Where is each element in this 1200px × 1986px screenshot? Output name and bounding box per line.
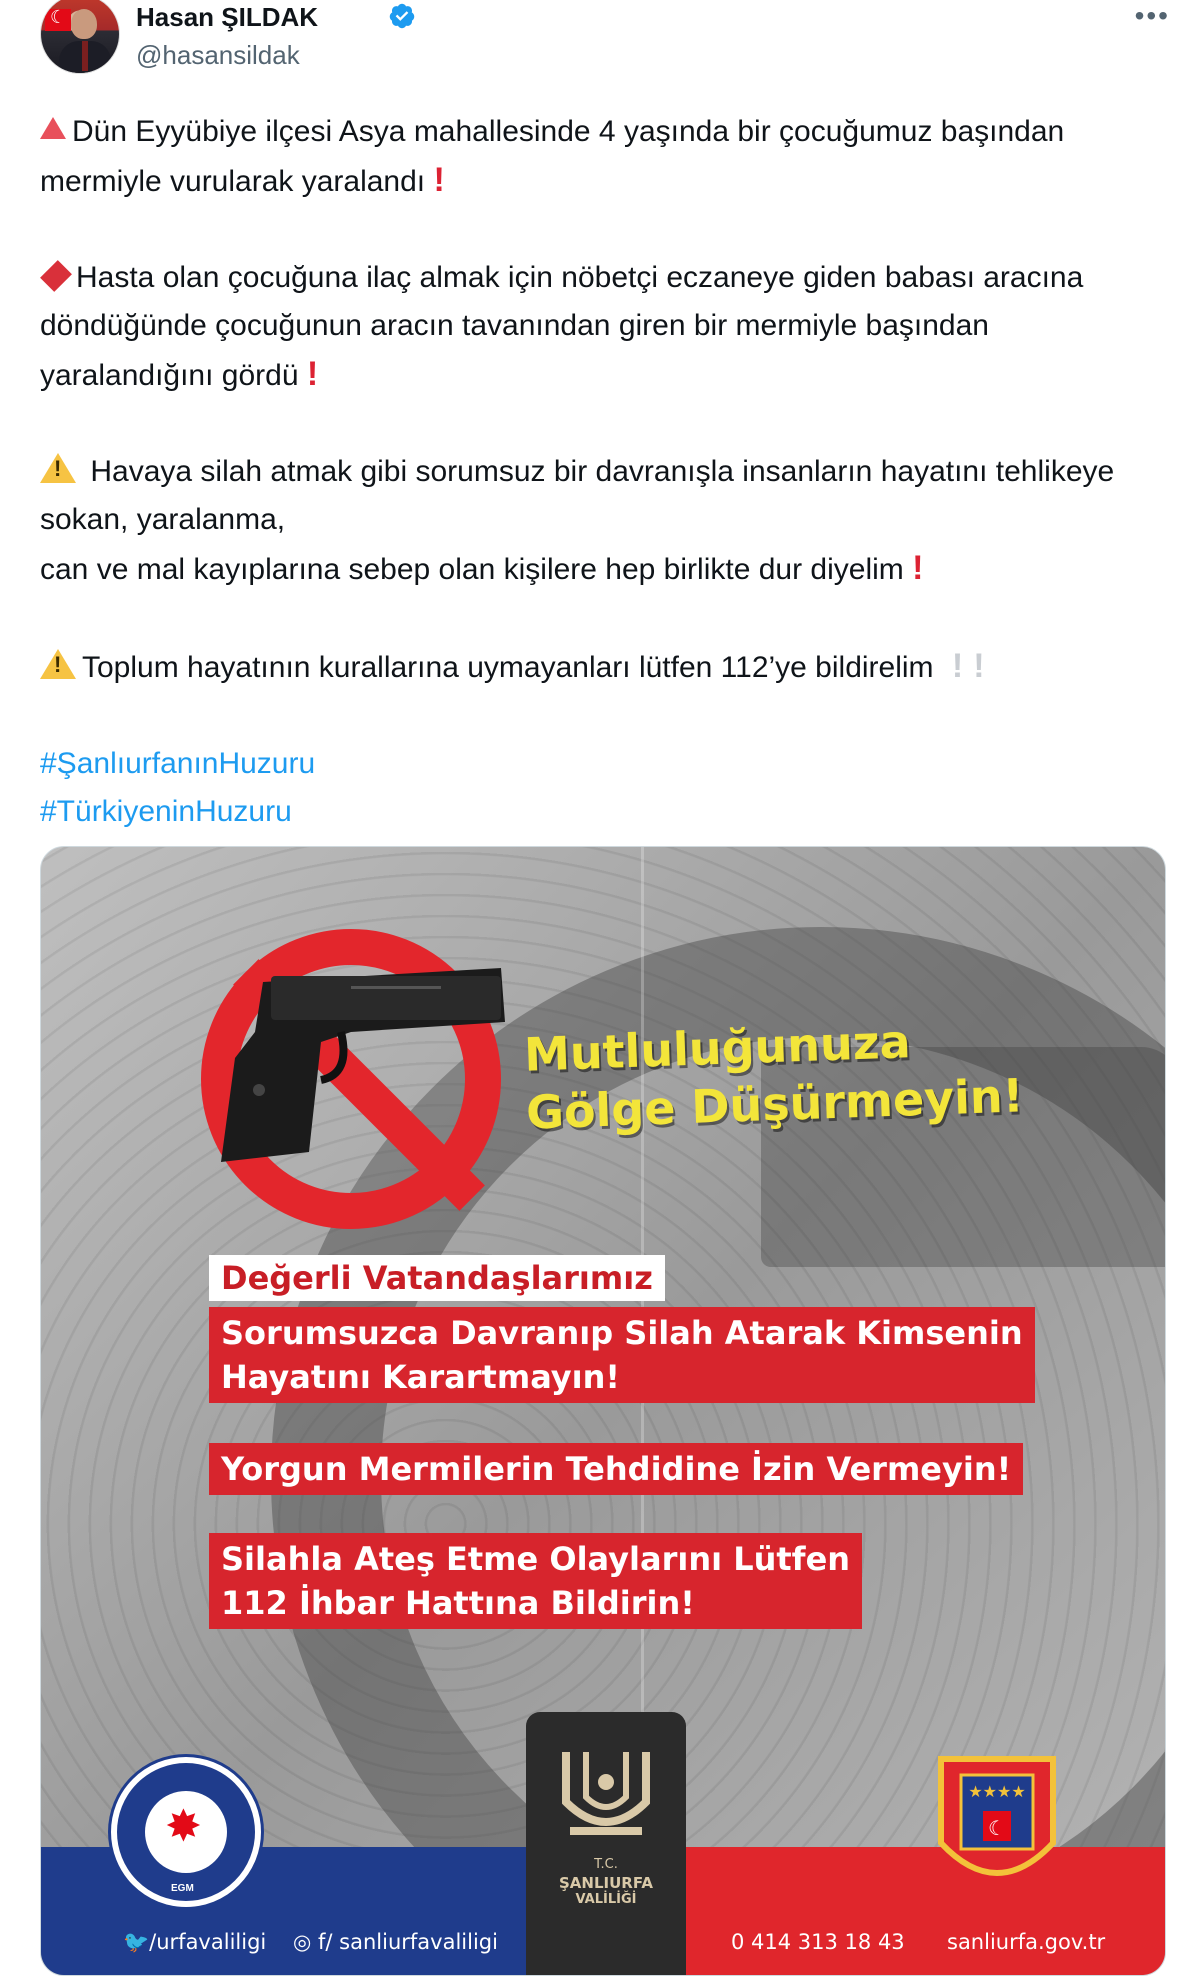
jandarma-logo: ★★★★ ☾ (938, 1756, 1056, 1876)
svg-text:★★★★: ★★★★ (968, 1782, 1025, 1801)
hashtag-link[interactable]: #ŞanlıurfanınHuzuru (40, 747, 315, 780)
tweet-paragraph-3: Havaya silah atmak gibi sorumsuz bir dav… (40, 448, 1160, 594)
red-exclamation-icon: ! (306, 355, 319, 393)
pistol-icon (221, 968, 505, 1162)
valilik-emblem-icon (562, 1752, 650, 1835)
more-icon[interactable]: ••• (1135, 0, 1170, 32)
banner-red-1: Sorumsuzca Davranıp Silah Atarak Kimseni… (209, 1307, 1035, 1403)
twitter-icon: 🐦 (123, 1930, 150, 1954)
tweet-text: Dün Eyyübiye ilçesi Asya mahallesinde 4 … (40, 108, 1160, 836)
red-diamond-icon (40, 260, 72, 292)
banner-dear-citizens: Değerli Vatandaşlarımız (209, 1255, 665, 1301)
valilik-logo: T.C. ŞANLIURFA VALİLİĞİ (526, 1712, 686, 1975)
hashtag-link[interactable]: #TürkiyeninHuzuru (40, 795, 292, 828)
tweet-paragraph-2: Hasta olan çocuğuna ilaç almak için nöbe… (40, 260, 1084, 393)
red-triangle-icon (40, 117, 66, 139)
red-exclamation-icon: ! (912, 549, 924, 587)
star-icon: ✸ (165, 1802, 202, 1851)
display-name[interactable]: Hasan ŞILDAK (136, 2, 318, 33)
poster-slogan: Mutluluğunuza Gölge Düşürmeyin! (523, 1014, 1025, 1140)
tweet-paragraph-4: Toplum hayatının kurallarına uymayanları… (40, 642, 1160, 692)
instagram-icon: ◎ (293, 1930, 312, 1954)
footer-website[interactable]: sanliurfa.gov.tr (947, 1930, 1105, 1954)
avatar[interactable] (40, 0, 120, 74)
footer-twitter[interactable]: 🐦/urfavaliligi (123, 1930, 266, 1955)
egm-logo: ✸ EGM (111, 1757, 261, 1907)
tweet-paragraph-1: Dün Eyyübiye ilçesi Asya mahallesinde 4 … (40, 115, 1065, 199)
warning-icon (40, 649, 76, 679)
verified-badge-icon (389, 3, 415, 29)
user-handle[interactable]: @hasansildak (136, 40, 300, 71)
banner-red-2: Yorgun Mermilerin Tehdidine İzin Vermeyi… (209, 1443, 1024, 1495)
flag-icon (45, 7, 71, 31)
banner-red-3: Silahla Ateş Etme Olaylarını Lütfen 112 … (209, 1533, 863, 1629)
tweet-media-image[interactable]: Mutluluğunuza Gölge Düşürmeyin! Değerli … (40, 846, 1166, 1976)
footer-social[interactable]: ◎ f/ sanliurfavaliligi (293, 1930, 498, 1954)
warning-icon (40, 453, 76, 483)
grey-exclamation-icon: ! (973, 647, 985, 685)
red-exclamation-icon: ! (433, 161, 445, 199)
grey-exclamation-icon: ! (951, 647, 964, 685)
tweet-header: Hasan ŞILDAK @hasansildak ••• (40, 0, 1170, 90)
footer-phone: 0 414 313 18 43 (731, 1930, 905, 1954)
svg-text:☾: ☾ (988, 1816, 1006, 1840)
